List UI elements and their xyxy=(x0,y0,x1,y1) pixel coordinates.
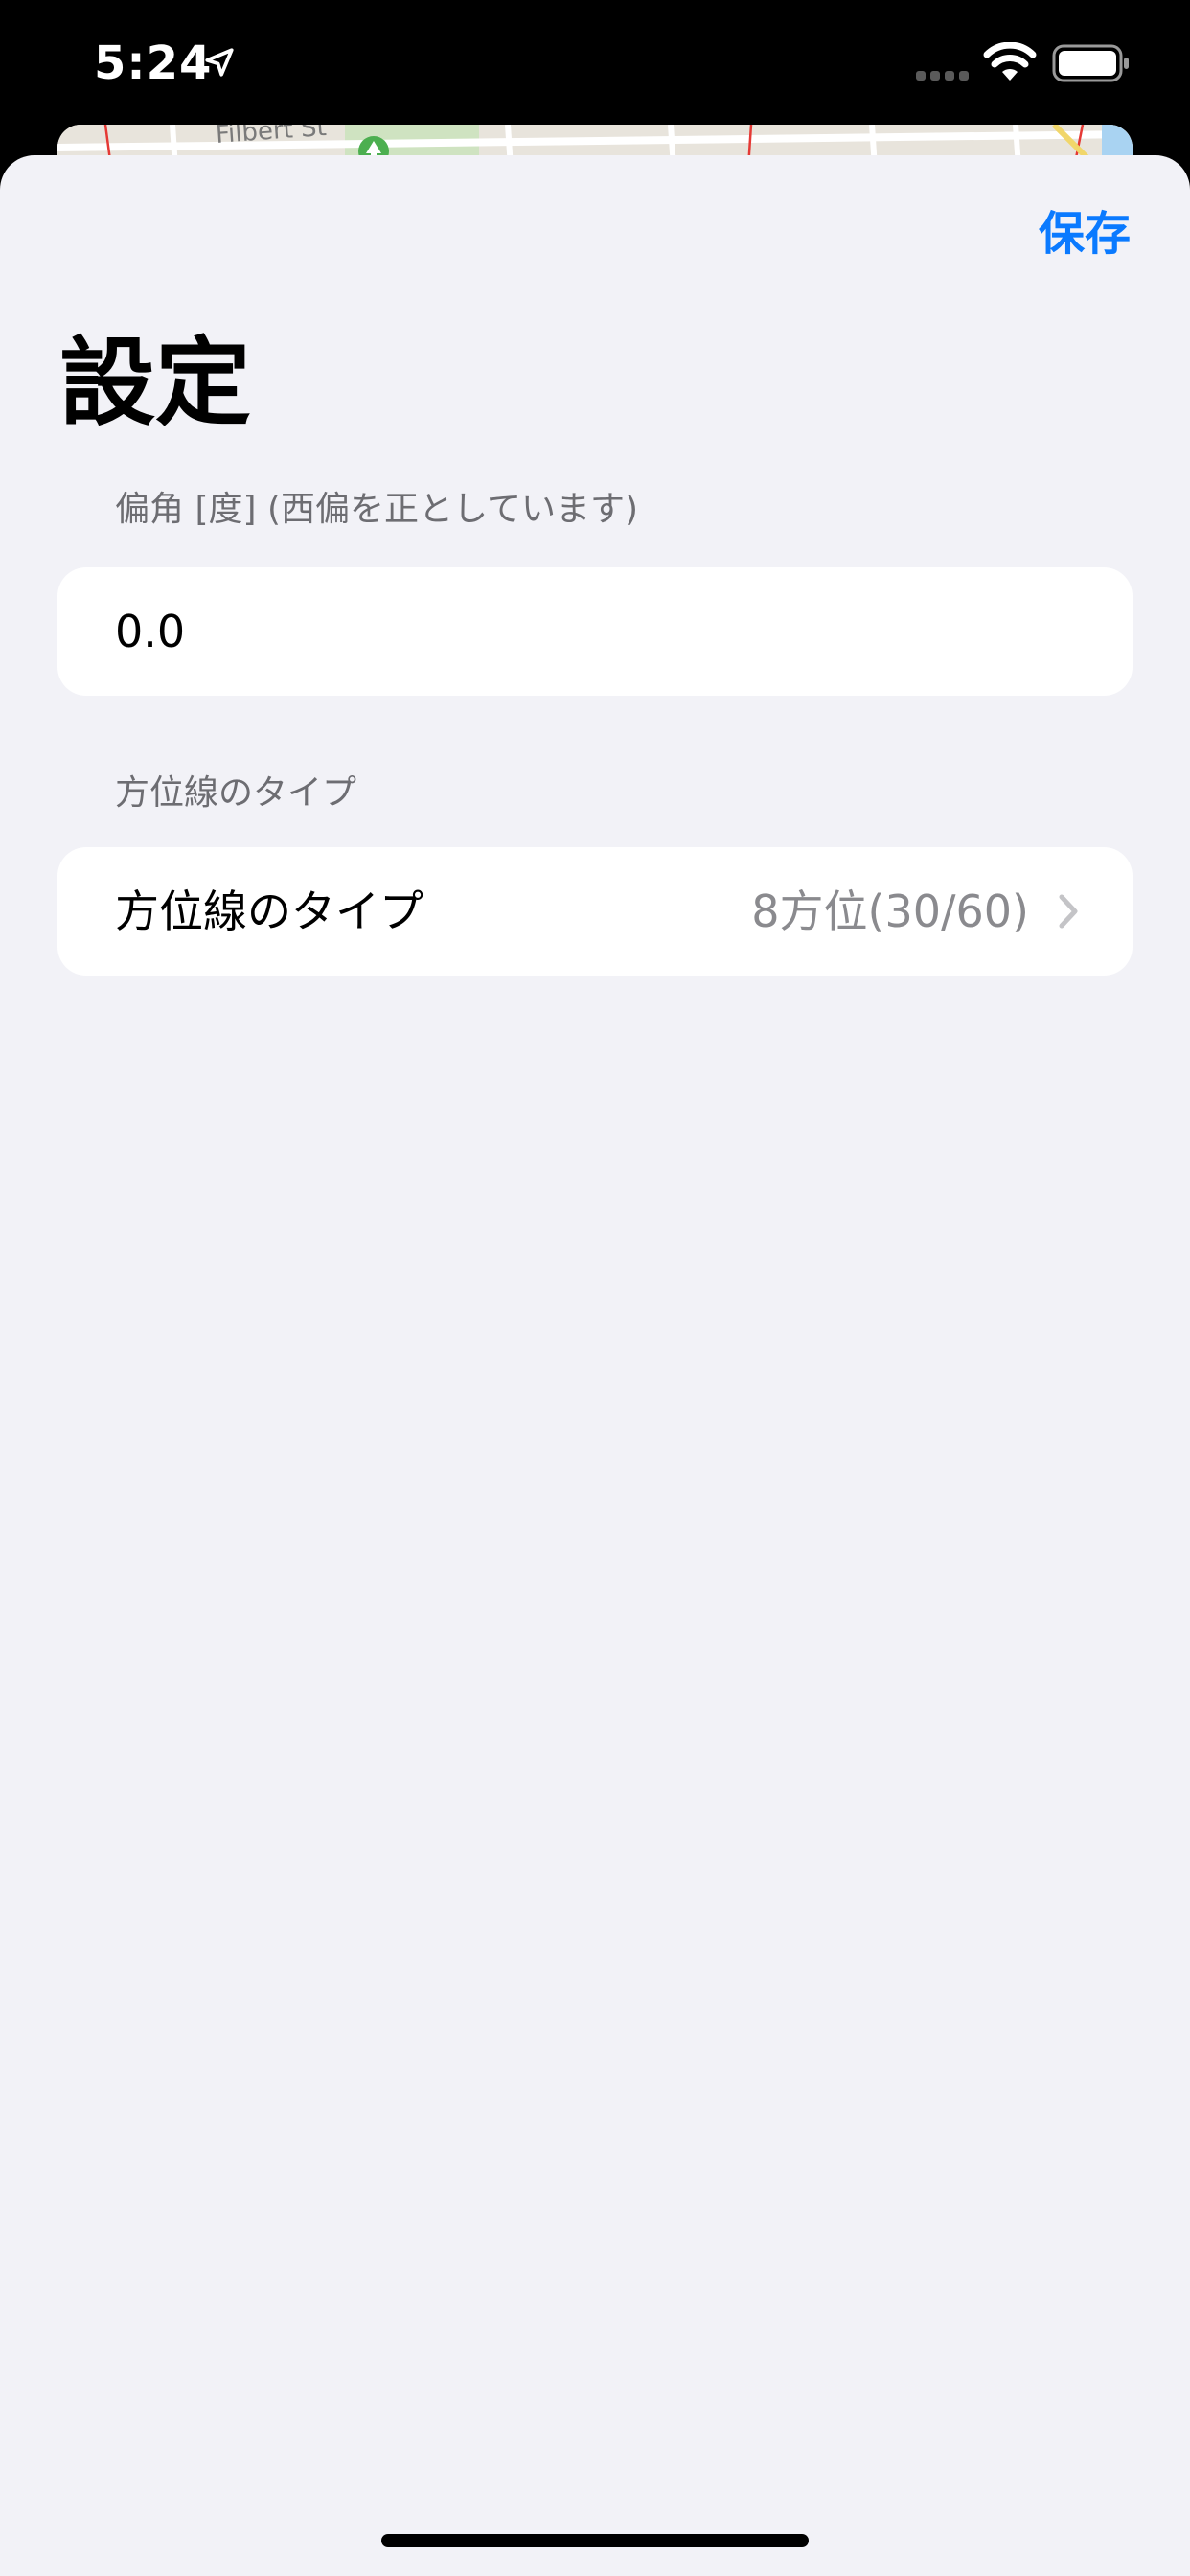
cellular-signal-icon xyxy=(916,71,969,80)
bearing-type-row[interactable]: 方位線のタイプ 8方位(30/60) xyxy=(57,847,1133,976)
location-arrow-icon xyxy=(205,48,234,77)
wifi-icon xyxy=(983,42,1037,80)
declination-section-header: 偏角 [度] (西偏を正としています) xyxy=(115,490,638,529)
page-title: 設定 xyxy=(59,327,251,439)
save-button[interactable]: 保存 xyxy=(1039,203,1131,264)
status-time: 5:24 xyxy=(94,36,213,90)
declination-cell xyxy=(57,567,1133,696)
bearing-type-label: 方位線のタイプ xyxy=(115,886,423,937)
bearing-section-header: 方位線のタイプ xyxy=(115,773,357,813)
battery-icon xyxy=(1052,44,1129,82)
declination-input[interactable] xyxy=(115,567,1073,696)
home-indicator xyxy=(381,2534,809,2547)
bearing-type-value: 8方位(30/60) xyxy=(751,886,1029,937)
chevron-right-icon xyxy=(1059,894,1078,929)
settings-sheet: 保存 設定 偏角 [度] (西偏を正としています) 方位線のタイプ 方位線のタイ… xyxy=(0,155,1190,2576)
status-bar: 5:24 xyxy=(0,0,1190,125)
